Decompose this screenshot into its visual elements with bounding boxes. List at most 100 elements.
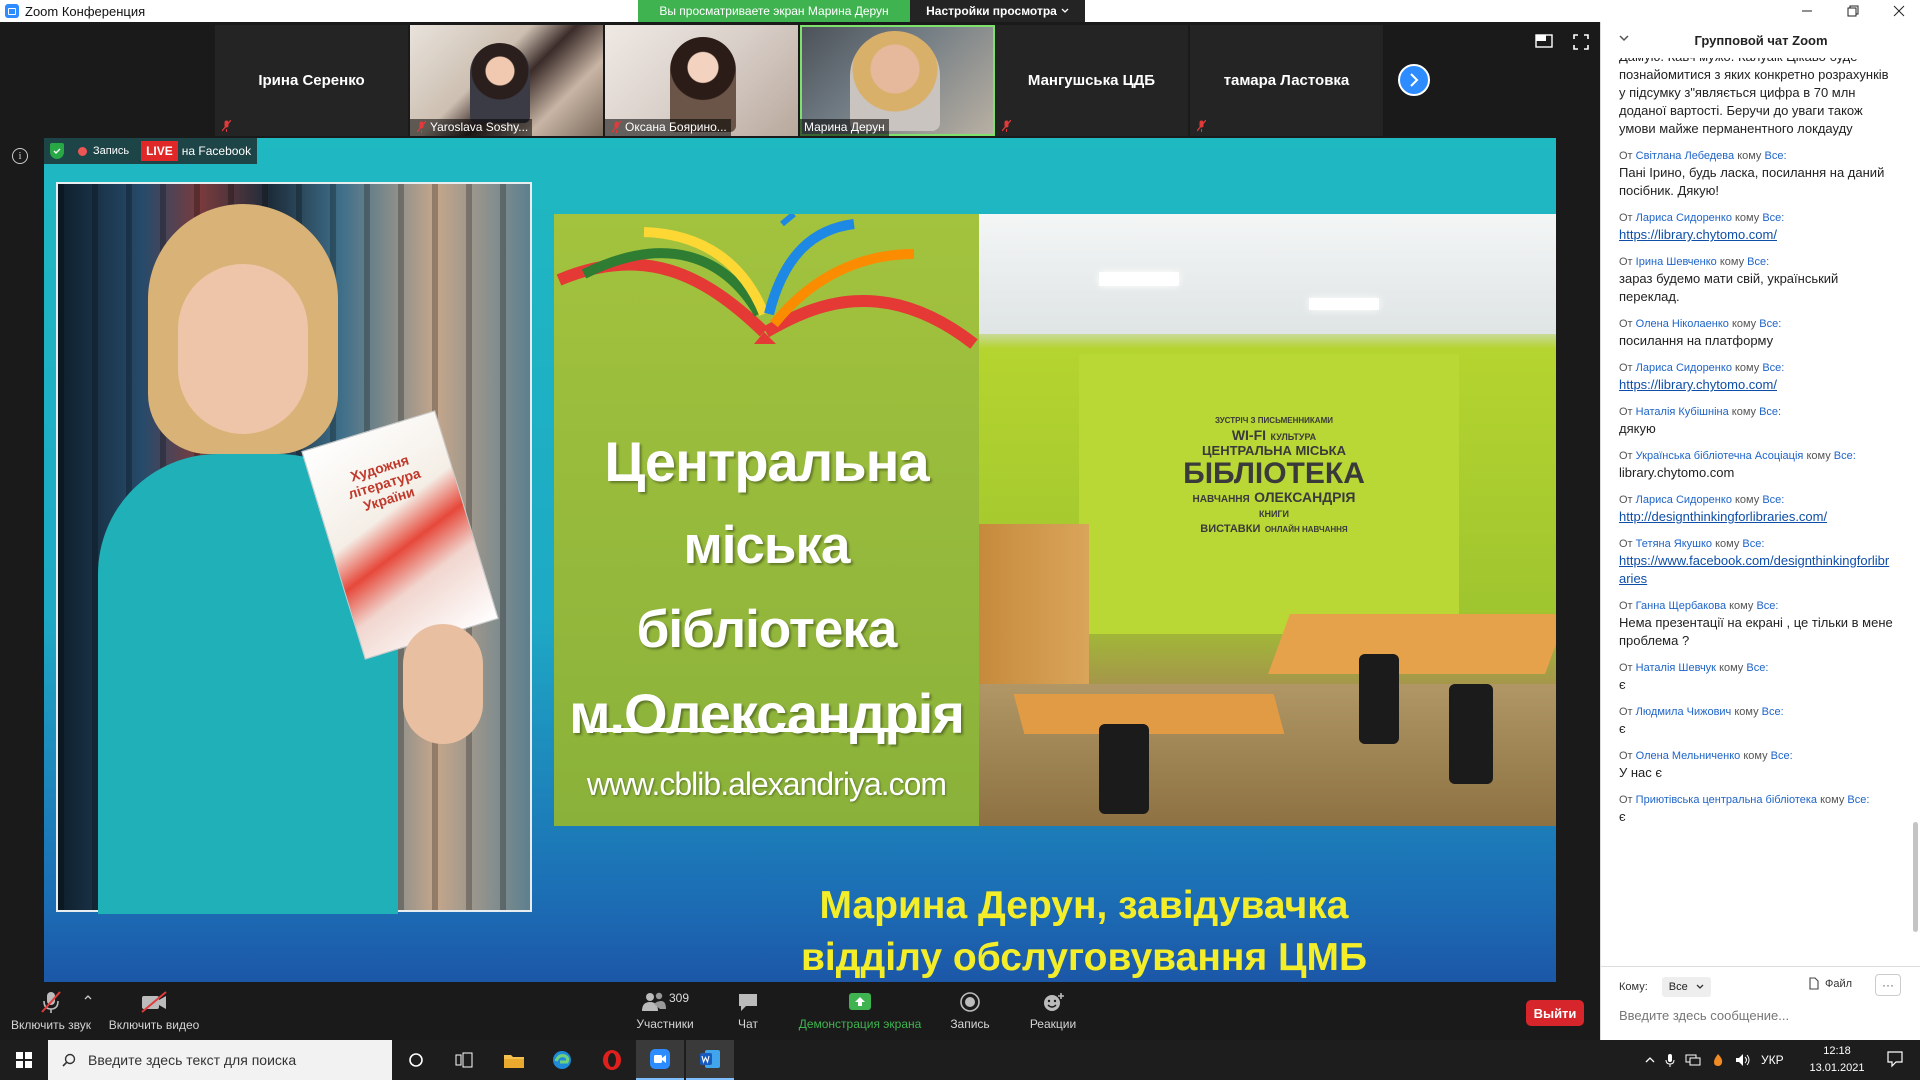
chat-message-link[interactable]: https://library.chytomo.com/ — [1619, 226, 1893, 244]
chat-sender-name[interactable]: Олена Мельниченко — [1636, 750, 1741, 762]
active-speaker-tile[interactable]: Марина Дерун — [800, 25, 995, 136]
chat-recipient[interactable]: Все: — [1747, 256, 1769, 268]
word-taskbar-button[interactable] — [686, 1040, 734, 1080]
chat-recipient[interactable]: Все: — [1756, 600, 1778, 612]
start-video-button[interactable]: Включить видео — [108, 982, 200, 1040]
reactions-button[interactable]: Реакции — [1020, 982, 1086, 1040]
chat-message-input[interactable] — [1619, 1004, 1899, 1026]
chat-sender-name[interactable]: Лариса Сидоренко — [1636, 212, 1732, 224]
chat-sender-name[interactable]: Лариса Сидоренко — [1636, 362, 1732, 374]
chat-recipient[interactable]: Все: — [1771, 750, 1793, 762]
chat-recipient[interactable]: Все: — [1847, 794, 1869, 806]
search-icon — [62, 1053, 76, 1067]
layout-view-icon[interactable] — [1535, 34, 1553, 48]
chat-divider — [1601, 966, 1920, 967]
clock-time: 12:18 — [1823, 1045, 1851, 1057]
zoom-taskbar-button[interactable] — [636, 1040, 684, 1080]
chat-recipient[interactable]: Все: — [1759, 318, 1781, 330]
network-icon[interactable] — [1685, 1054, 1701, 1066]
task-view-button[interactable] — [440, 1040, 488, 1080]
chat-recipient[interactable]: Все: — [1765, 150, 1787, 162]
muted-mic-icon — [41, 991, 61, 1013]
participant-video-tile[interactable]: Оксана Бояринo... — [605, 25, 800, 136]
chat-sender-name[interactable]: Людмила Чижович — [1636, 706, 1732, 718]
chat-message-link[interactable]: http://designthinkingforlibraries.com/ — [1619, 508, 1893, 526]
chat-message-text: посилання на платформу — [1619, 333, 1774, 348]
chevron-up-icon[interactable] — [84, 994, 92, 1000]
taskbar-search[interactable]: Введите здесь текст для поиска — [48, 1040, 392, 1080]
library-title-line: Центральна — [604, 430, 929, 493]
participants-button[interactable]: 309 Участники — [630, 982, 700, 1040]
chat-scrollbar[interactable] — [1913, 822, 1918, 932]
chat-sender-name[interactable]: Наталія Кубішніна — [1636, 406, 1729, 418]
volume-icon[interactable] — [1735, 1053, 1751, 1067]
chat-sender-name[interactable]: Світлана Лебедева — [1636, 150, 1734, 162]
cortana-button[interactable] — [392, 1040, 440, 1080]
participant-tile[interactable]: тамара Ластовка — [1190, 25, 1385, 136]
chat-sender-name[interactable]: Ірина Шевченко — [1636, 256, 1717, 268]
close-button[interactable] — [1876, 0, 1920, 22]
participant-tile[interactable]: Ірина Серенко — [215, 25, 410, 136]
edge-button[interactable] — [538, 1040, 586, 1080]
chat-recipient[interactable]: Все: — [1759, 406, 1781, 418]
leave-meeting-button[interactable]: Выйти — [1526, 1000, 1584, 1026]
zoom-app-icon — [5, 4, 19, 18]
share-screen-button[interactable]: Демонстрация экрана — [790, 982, 930, 1040]
chat-message-text: Дамую. Кавч мужо. Калуаік Цікаво буде по… — [1619, 58, 1889, 136]
chat-message-list[interactable]: Дамую. Кавч мужо. Калуаік Цікаво буде по… — [1601, 58, 1917, 968]
chat-recipient[interactable]: Все: — [1762, 212, 1784, 224]
microphone-icon[interactable] — [1665, 1053, 1675, 1067]
participant-video-tile[interactable]: Yaroslava Soshy... — [410, 25, 605, 136]
chat-recipient[interactable]: Все: — [1834, 450, 1856, 462]
recipient-select[interactable]: Все — [1661, 977, 1711, 997]
next-page-button[interactable] — [1398, 64, 1430, 96]
view-options-dropdown[interactable]: Настройки просмотра — [910, 0, 1085, 22]
chat-button[interactable]: Чат — [722, 982, 774, 1040]
notification-icon[interactable] — [1886, 1050, 1904, 1068]
participant-name-label: Оксана Бояринo... — [605, 119, 731, 136]
chat-sender-name[interactable]: Лариса Сидоренко — [1636, 494, 1732, 506]
language-indicator[interactable]: УКР — [1761, 1053, 1784, 1067]
maximize-button[interactable] — [1830, 0, 1876, 22]
chat-message-header: От Лариса Сидоренко кому Все: — [1619, 210, 1893, 226]
start-button[interactable] — [0, 1040, 48, 1080]
chat-from-word: От — [1619, 450, 1633, 462]
chat-recipient[interactable]: Все: — [1762, 362, 1784, 374]
participant-name-label: Yaroslava Soshy... — [410, 119, 533, 136]
muted-mic-icon — [1197, 120, 1206, 132]
chat-icon — [739, 994, 757, 1011]
chevron-down-icon[interactable] — [1619, 34, 1629, 42]
file-button[interactable]: Файл — [1809, 977, 1852, 990]
fullscreen-icon[interactable] — [1573, 34, 1589, 50]
participant-tile[interactable]: Мангушська ЦДБ — [995, 25, 1190, 136]
live-platform-label: на Facebook — [181, 144, 252, 158]
chat-sender-name[interactable]: Тетяна Якушко — [1636, 538, 1712, 550]
chat-recipient[interactable]: Все: — [1746, 662, 1768, 674]
chat-sender-name[interactable]: Українська бібліотечна Асоціація — [1636, 450, 1804, 462]
chat-recipient[interactable]: Все: — [1762, 706, 1784, 718]
participant-video-frame — [470, 43, 530, 123]
chat-sender-name[interactable]: Ганна Щербакова — [1636, 600, 1726, 612]
record-button[interactable]: Запись — [940, 982, 1000, 1040]
chat-message-link[interactable]: https://www.facebook.com/designthinkingf… — [1619, 552, 1893, 588]
chat-message: От Ірина Шевченко кому Все: зараз будемо … — [1619, 254, 1893, 306]
minimize-button[interactable] — [1784, 0, 1830, 22]
more-options-button[interactable]: ··· — [1875, 974, 1901, 996]
chevron-up-icon[interactable] — [1645, 1056, 1655, 1064]
chat-message-link[interactable]: https://library.chytomo.com/ — [1619, 376, 1893, 394]
participant-video-frame — [850, 31, 940, 131]
video-off-icon — [141, 991, 167, 1013]
chat-sender-name[interactable]: Приютівська центральна бібліотека — [1636, 794, 1817, 806]
opera-button[interactable] — [588, 1040, 636, 1080]
chat-sender-name[interactable]: Олена Ніколаенко — [1636, 318, 1729, 330]
taskbar-clock[interactable]: 12:18 13.01.2021 — [1800, 1043, 1874, 1077]
flame-app-icon[interactable] — [1711, 1053, 1725, 1067]
muted-mic-icon — [612, 121, 621, 133]
chat-recipient[interactable]: Все: — [1742, 538, 1764, 550]
file-explorer-button[interactable] — [490, 1040, 538, 1080]
chat-sender-name[interactable]: Наталія Шевчук — [1636, 662, 1716, 674]
file-icon — [1809, 977, 1819, 990]
unmute-button[interactable]: Включить звук — [10, 982, 92, 1040]
chat-recipient[interactable]: Все: — [1762, 494, 1784, 506]
meeting-info-icon[interactable]: i — [12, 148, 28, 164]
